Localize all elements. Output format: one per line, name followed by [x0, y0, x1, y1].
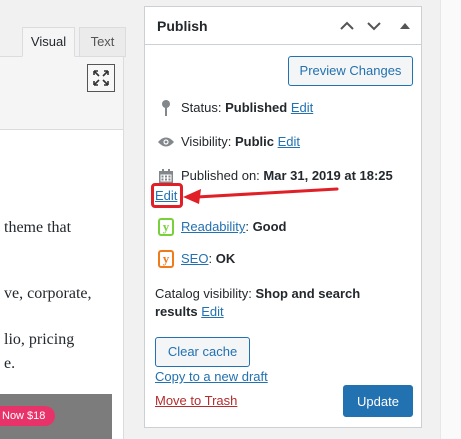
toggle-panel-button[interactable]: [395, 16, 415, 36]
published-on-value: Mar 31, 2019 at 18:25: [263, 168, 393, 183]
catalog-visibility-row: Catalog visibility: Shop and search resu…: [155, 285, 395, 321]
publish-box: Publish Preview Changes Status: Publishe…: [144, 6, 422, 428]
publish-header: Publish: [145, 7, 421, 45]
visibility-value: Public: [234, 134, 274, 149]
catalog-label: Catalog visibility:: [155, 286, 252, 301]
copy-to-draft-link[interactable]: Copy to a new draft: [155, 369, 268, 384]
copy-draft-row: Copy to a new draft: [155, 369, 268, 384]
editor-tabs: Visual Text: [0, 0, 126, 57]
content-line: ve, corporate,: [4, 285, 92, 302]
editor-toolbar: [0, 56, 124, 130]
visibility-label: Visibility:: [181, 134, 232, 149]
yoast-icon: y: [157, 250, 175, 268]
right-edge-panel: [440, 0, 461, 439]
tab-visual[interactable]: Visual: [22, 27, 75, 57]
trash-row: Move to Trash: [155, 393, 237, 408]
fullscreen-button[interactable]: [87, 64, 115, 92]
catalog-edit-link[interactable]: Edit: [201, 304, 223, 319]
arrow-annotation-icon: [183, 187, 339, 204]
move-to-trash-link[interactable]: Move to Trash: [155, 393, 237, 408]
content-line: e.: [4, 355, 16, 372]
status-edit-link[interactable]: Edit: [291, 100, 313, 115]
annotation-highlight-box: [151, 183, 183, 208]
content-image: Now $18: [0, 394, 112, 439]
catalog-value: Shop and search: [255, 286, 361, 301]
readability-link[interactable]: Readability: [181, 219, 245, 234]
preview-changes-button[interactable]: Preview Changes: [288, 56, 413, 86]
post-editor: Visual Text theme that ve, corporate, li…: [0, 0, 126, 439]
chevron-up-icon: [340, 21, 354, 30]
catalog-value-cont: results: [155, 304, 198, 319]
editor-content[interactable]: theme that ve, corporate, lio, pricing e…: [0, 130, 124, 439]
move-up-button[interactable]: [337, 16, 357, 36]
readability-value: Good: [252, 219, 287, 234]
price-badge: Now $18: [0, 406, 56, 426]
clear-cache-button[interactable]: Clear cache: [155, 337, 250, 367]
seo-value: OK: [215, 251, 236, 266]
seo-link[interactable]: SEO: [181, 251, 208, 266]
visibility-edit-link[interactable]: Edit: [278, 134, 300, 149]
published-on-label: Published on:: [181, 168, 260, 183]
move-down-button[interactable]: [364, 16, 384, 36]
fullscreen-icon: [93, 70, 109, 86]
eye-icon: [157, 133, 175, 151]
status-label: Status:: [181, 100, 222, 115]
status-value: Published: [225, 100, 288, 115]
chevron-down-icon: [367, 22, 381, 31]
yoast-icon: y: [157, 218, 175, 236]
collapse-triangle-icon: [400, 23, 410, 29]
content-line: lio, pricing: [4, 331, 75, 348]
tab-text[interactable]: Text: [79, 27, 126, 57]
update-button[interactable]: Update: [343, 385, 413, 417]
publish-title: Publish: [157, 18, 208, 34]
content-line: theme that: [4, 219, 72, 236]
pin-icon: [157, 99, 175, 117]
